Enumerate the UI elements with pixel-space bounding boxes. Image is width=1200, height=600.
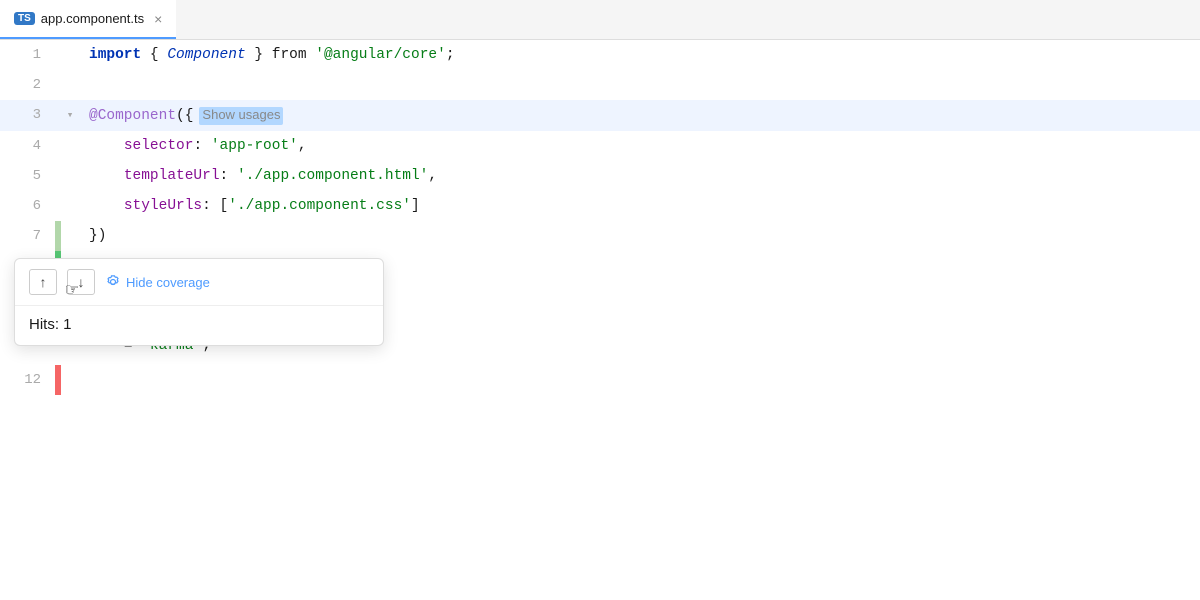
line-number-4: 4 [0, 131, 55, 161]
line-number-5: 5 [0, 161, 55, 191]
code-line-2: 2 [0, 70, 1200, 100]
hide-coverage-label: Hide coverage [126, 275, 210, 290]
show-usages-link[interactable]: Show usages [202, 107, 280, 122]
fold-arrow-3[interactable]: ▾ [67, 101, 74, 131]
coverage-popup-header: ↑ ↓ Hide coverage [15, 259, 383, 306]
coverage-popup: ↑ ↓ Hide coverage Hits: 1 [14, 258, 384, 346]
line-gutter-3: ▾ [55, 100, 85, 131]
coverage-prev-button[interactable]: ↑ [29, 269, 57, 295]
line-number-7: 7 [0, 221, 55, 251]
editor: 1 import { Component } from '@angular/co… [0, 40, 1200, 600]
code-line-5: 5 templateUrl: './app.component.html', [0, 161, 1200, 191]
code-line-3: 3 ▾ @Component({Show usages [0, 100, 1200, 131]
gear-icon [105, 274, 121, 290]
line-gutter-4 [55, 131, 85, 161]
tab-bar: TS app.component.ts × [0, 0, 1200, 40]
file-tab[interactable]: TS app.component.ts × [0, 0, 176, 39]
line-number-1: 1 [0, 40, 55, 70]
tab-filename: app.component.ts [41, 11, 144, 26]
line-number-12: 12 [0, 365, 55, 395]
line-content-5: templateUrl: './app.component.html', [85, 161, 1200, 191]
line-content-2 [85, 70, 1200, 100]
code-line-7: 7 }) [0, 221, 1200, 251]
hide-coverage-button[interactable]: Hide coverage [105, 274, 210, 290]
line-content-6: styleUrls: ['./app.component.css'] [85, 191, 1200, 221]
coverage-next-button[interactable]: ↓ [67, 269, 95, 295]
line-gutter-2 [55, 70, 85, 100]
tab-close-button[interactable]: × [154, 11, 162, 27]
ts-badge: TS [14, 12, 35, 25]
line-content-3: @Component({Show usages [85, 100, 1200, 131]
coverage-popup-body: Hits: 1 [15, 306, 383, 345]
line-content-4: selector: 'app-root', [85, 131, 1200, 161]
code-line-4: 4 selector: 'app-root', [0, 131, 1200, 161]
line-gutter-6 [55, 191, 85, 221]
line-content-1: import { Component } from '@angular/core… [85, 40, 1200, 70]
code-line-1: 1 import { Component } from '@angular/co… [0, 40, 1200, 70]
line-content-12 [85, 365, 1200, 395]
line-gutter-12 [55, 365, 85, 395]
line-content-7: }) [85, 221, 1200, 251]
hits-text: Hits: 1 [29, 316, 72, 333]
line-number-6: 6 [0, 191, 55, 221]
line-gutter-7 [55, 221, 85, 251]
line-gutter-1 [55, 40, 85, 70]
code-line-12: 12 [0, 365, 1200, 395]
line-number-2: 2 [0, 70, 55, 100]
code-line-6: 6 styleUrls: ['./app.component.css'] [0, 191, 1200, 221]
line-number-3: 3 [0, 100, 55, 131]
line-gutter-5 [55, 161, 85, 191]
code-area: 1 import { Component } from '@angular/co… [0, 40, 1200, 600]
